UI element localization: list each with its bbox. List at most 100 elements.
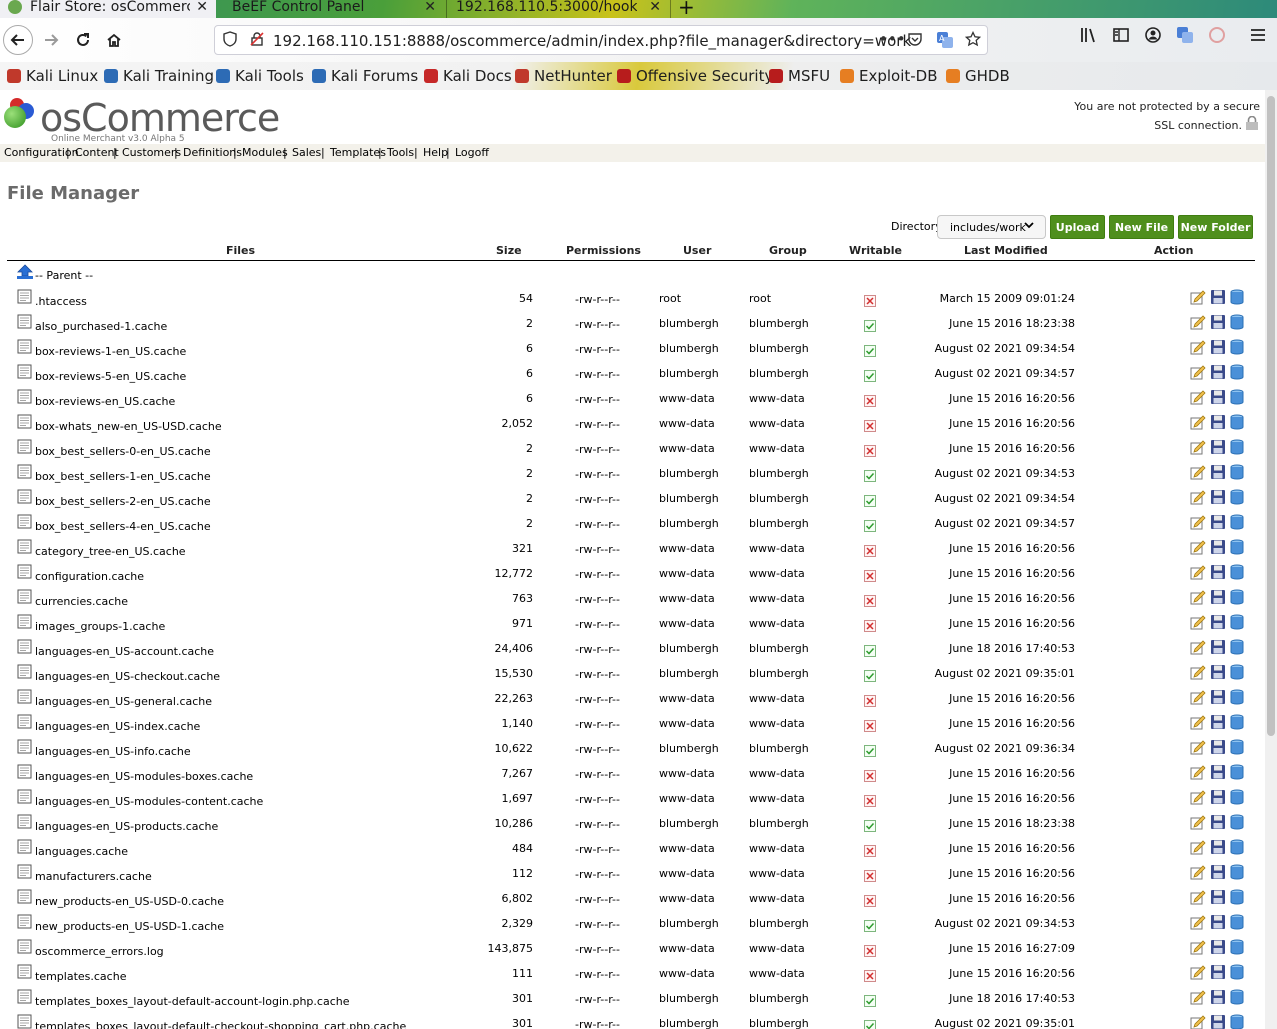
download-save-icon[interactable] — [1210, 989, 1227, 1005]
edit-file-icon[interactable] — [1190, 314, 1207, 330]
edit-file-icon[interactable] — [1190, 714, 1207, 730]
file-icon[interactable] — [17, 664, 32, 679]
delete-file-icon[interactable] — [1229, 964, 1246, 980]
new-file-button[interactable]: New File — [1109, 215, 1174, 239]
edit-file-icon[interactable] — [1190, 464, 1207, 480]
download-save-icon[interactable] — [1210, 514, 1227, 530]
file-icon[interactable] — [17, 939, 32, 954]
file-name-link[interactable]: configuration.cache — [35, 570, 144, 583]
download-save-icon[interactable] — [1210, 489, 1227, 505]
upload-button[interactable]: Upload — [1050, 215, 1105, 239]
delete-file-icon[interactable] — [1229, 714, 1246, 730]
edit-file-icon[interactable] — [1190, 939, 1207, 955]
file-icon[interactable] — [17, 439, 32, 454]
file-icon[interactable] — [17, 339, 32, 354]
file-name-link[interactable]: also_purchased-1.cache — [35, 320, 167, 333]
menu-item-sales[interactable]: Sales — [292, 146, 321, 159]
file-icon[interactable] — [17, 989, 32, 1004]
delete-file-icon[interactable] — [1229, 739, 1246, 755]
file-icon[interactable] — [17, 289, 32, 304]
delete-file-icon[interactable] — [1229, 839, 1246, 855]
file-icon[interactable] — [17, 589, 32, 604]
bookmark-item[interactable]: Kali Tools — [216, 67, 304, 85]
download-save-icon[interactable] — [1210, 964, 1227, 980]
file-icon[interactable] — [17, 739, 32, 754]
delete-file-icon[interactable] — [1229, 639, 1246, 655]
delete-file-icon[interactable] — [1229, 414, 1246, 430]
delete-file-icon[interactable] — [1229, 689, 1246, 705]
file-icon[interactable] — [17, 564, 32, 579]
edit-file-icon[interactable] — [1190, 889, 1207, 905]
bookmark-item[interactable]: Offensive Security — [617, 67, 773, 85]
download-save-icon[interactable] — [1210, 364, 1227, 380]
translate-extension-icon[interactable] — [1176, 26, 1194, 49]
file-name-link[interactable]: manufacturers.cache — [35, 870, 152, 883]
download-save-icon[interactable] — [1210, 1014, 1227, 1029]
edit-file-icon[interactable] — [1190, 639, 1207, 655]
edit-file-icon[interactable] — [1190, 289, 1207, 305]
file-name-link[interactable]: languages-en_US-account.cache — [35, 645, 214, 658]
bookmark-item[interactable]: Kali Training — [104, 67, 214, 85]
close-tab-icon[interactable]: ✕ — [649, 0, 661, 15]
new-tab-plus-icon[interactable]: + — [678, 0, 695, 18]
delete-file-icon[interactable] — [1229, 1014, 1246, 1029]
delete-file-icon[interactable] — [1229, 889, 1246, 905]
file-icon[interactable] — [17, 689, 32, 704]
file-name-link[interactable]: languages-en_US-products.cache — [35, 820, 218, 833]
edit-file-icon[interactable] — [1190, 489, 1207, 505]
file-icon[interactable] — [17, 514, 32, 529]
file-icon[interactable] — [17, 814, 32, 829]
account-icon[interactable] — [1144, 26, 1162, 49]
download-save-icon[interactable] — [1210, 539, 1227, 555]
file-name-link[interactable]: new_products-en_US-USD-0.cache — [35, 895, 224, 908]
file-name-link[interactable]: box_best_sellers-0-en_US.cache — [35, 445, 211, 458]
file-name-link[interactable]: languages.cache — [35, 845, 128, 858]
delete-file-icon[interactable] — [1229, 664, 1246, 680]
download-save-icon[interactable] — [1210, 464, 1227, 480]
file-icon[interactable] — [17, 789, 32, 804]
menu-item-help[interactable]: Help — [423, 146, 448, 159]
delete-file-icon[interactable] — [1229, 989, 1246, 1005]
file-name-link[interactable]: languages-en_US-index.cache — [35, 720, 200, 733]
file-name-link[interactable]: languages-en_US-checkout.cache — [35, 670, 220, 683]
file-name-link[interactable]: box_best_sellers-4-en_US.cache — [35, 520, 211, 533]
page-actions-icon[interactable]: ••• — [879, 30, 906, 48]
edit-file-icon[interactable] — [1190, 439, 1207, 455]
file-icon[interactable] — [17, 489, 32, 504]
edit-file-icon[interactable] — [1190, 389, 1207, 405]
bookmark-star-icon[interactable] — [964, 30, 982, 51]
menu-item-tools[interactable]: Tools — [387, 146, 414, 159]
menu-item-logoff[interactable]: Logoff — [455, 146, 489, 159]
parent-directory-link[interactable]: -- Parent -- — [35, 269, 93, 282]
tab-flair-store[interactable]: Flair Store: osCommerce ✕ — [0, 0, 216, 18]
download-save-icon[interactable] — [1210, 439, 1227, 455]
file-name-link[interactable]: languages-en_US-modules-content.cache — [35, 795, 263, 808]
pocket-icon[interactable] — [907, 31, 923, 51]
menu-item-modules[interactable]: Modules — [242, 146, 288, 159]
download-save-icon[interactable] — [1210, 664, 1227, 680]
edit-file-icon[interactable] — [1190, 689, 1207, 705]
delete-file-icon[interactable] — [1229, 339, 1246, 355]
delete-file-icon[interactable] — [1229, 514, 1246, 530]
edit-file-icon[interactable] — [1190, 339, 1207, 355]
parent-folder-icon[interactable] — [16, 264, 34, 280]
download-save-icon[interactable] — [1210, 564, 1227, 580]
download-save-icon[interactable] — [1210, 639, 1227, 655]
delete-file-icon[interactable] — [1229, 464, 1246, 480]
edit-file-icon[interactable] — [1190, 614, 1207, 630]
download-save-icon[interactable] — [1210, 739, 1227, 755]
home-icon[interactable] — [100, 26, 128, 54]
file-icon[interactable] — [17, 614, 32, 629]
edit-file-icon[interactable] — [1190, 564, 1207, 580]
file-icon[interactable] — [17, 639, 32, 654]
scrollbar-thumb[interactable] — [1267, 96, 1275, 736]
download-save-icon[interactable] — [1210, 414, 1227, 430]
edit-file-icon[interactable] — [1190, 364, 1207, 380]
file-name-link[interactable]: box_best_sellers-1-en_US.cache — [35, 470, 211, 483]
page-scrollbar[interactable] — [1265, 90, 1277, 1029]
sidebar-icon[interactable] — [1112, 26, 1130, 49]
download-save-icon[interactable] — [1210, 314, 1227, 330]
shield-icon[interactable] — [223, 31, 237, 51]
download-save-icon[interactable] — [1210, 614, 1227, 630]
file-name-link[interactable]: box_best_sellers-2-en_US.cache — [35, 495, 211, 508]
